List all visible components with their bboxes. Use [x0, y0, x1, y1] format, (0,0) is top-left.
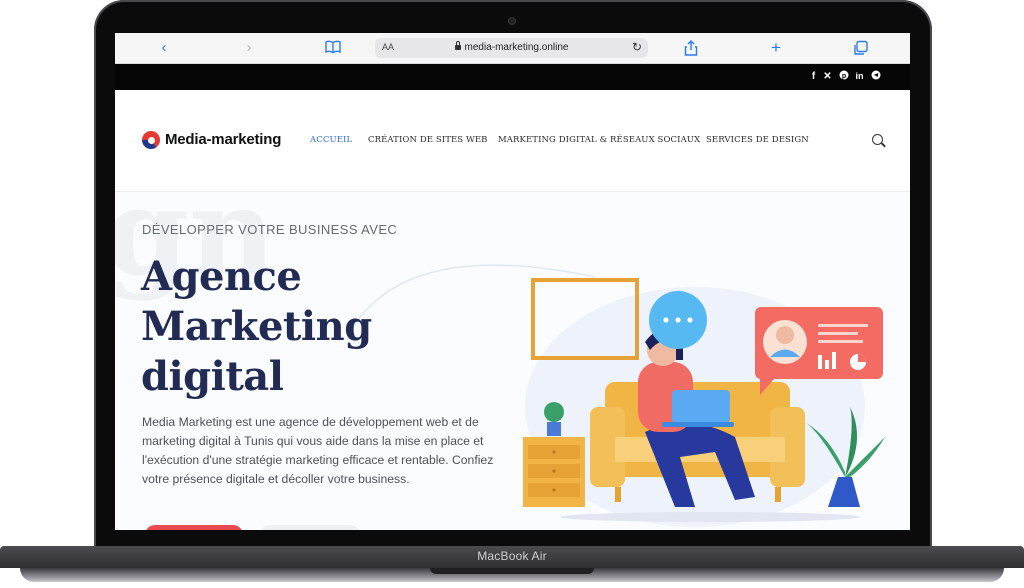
pinterest-icon[interactable]: p: [837, 70, 850, 83]
browser-screen: ‹ › AA media-marketing.online ↻ + f ✕ p …: [115, 33, 910, 530]
address-bar[interactable]: AA media-marketing.online ↻: [375, 38, 648, 58]
laptop-base: MacBook Air: [0, 546, 1024, 588]
hero-headline: Agence Marketing digital: [141, 252, 372, 402]
nav-item-accueil[interactable]: ACCUEIL: [310, 135, 352, 145]
facebook-icon[interactable]: f: [807, 70, 820, 83]
brand-name[interactable]: Media-marketing: [165, 131, 281, 148]
x-icon[interactable]: ✕: [821, 70, 834, 83]
share-icon[interactable]: [682, 39, 700, 57]
hero-illustration: [523, 278, 885, 527]
webcam: [509, 18, 515, 24]
search-icon[interactable]: [872, 134, 883, 145]
primary-cta-button[interactable]: [145, 525, 243, 530]
telegram-icon[interactable]: [869, 70, 882, 83]
reload-icon[interactable]: ↻: [632, 40, 642, 54]
browser-toolbar: ‹ › AA media-marketing.online ↻ +: [115, 33, 910, 64]
social-bar: f ✕ p in: [115, 64, 910, 90]
headline-line-3: digital: [141, 353, 284, 400]
svg-text:p: p: [841, 73, 845, 80]
lock-icon: [454, 41, 461, 50]
hero-eyebrow: DÉVELOPPER VOTRE BUSINESS AVEC: [142, 222, 398, 237]
nav-item-marketing-digital[interactable]: MARKETING DIGITAL & RÉSEAUX SOCIAUX: [498, 135, 700, 145]
hero-description: Media Marketing est une agence de dévelo…: [142, 415, 494, 486]
nav-item-services-design[interactable]: SERVICES DE DESIGN: [706, 135, 809, 145]
hero-section: gn DÉVELOPPER VOTRE BUSINESS AVEC Agence…: [115, 192, 910, 530]
url-text: media-marketing.online: [464, 42, 569, 53]
base-notch: [430, 568, 594, 574]
forward-chevron-icon[interactable]: ›: [240, 39, 258, 57]
secondary-cta-button[interactable]: [260, 525, 360, 530]
back-chevron-icon[interactable]: ‹: [155, 39, 173, 57]
tabs-overview-icon[interactable]: [852, 39, 870, 57]
main-navigation: Media-marketing ACCUEIL CRÉATION DE SITE…: [115, 90, 910, 192]
new-tab-plus-icon[interactable]: +: [767, 39, 785, 57]
headline-line-1: Agence: [141, 253, 302, 300]
bookmarks-book-icon[interactable]: [324, 38, 342, 56]
linkedin-icon[interactable]: in: [853, 70, 866, 83]
device-label: MacBook Air: [477, 549, 547, 563]
headline-line-2: Marketing: [141, 303, 372, 350]
brand-logo-icon[interactable]: [142, 131, 160, 149]
nav-item-creation-sites-web[interactable]: CRÉATION DE SITES WEB: [368, 135, 488, 145]
